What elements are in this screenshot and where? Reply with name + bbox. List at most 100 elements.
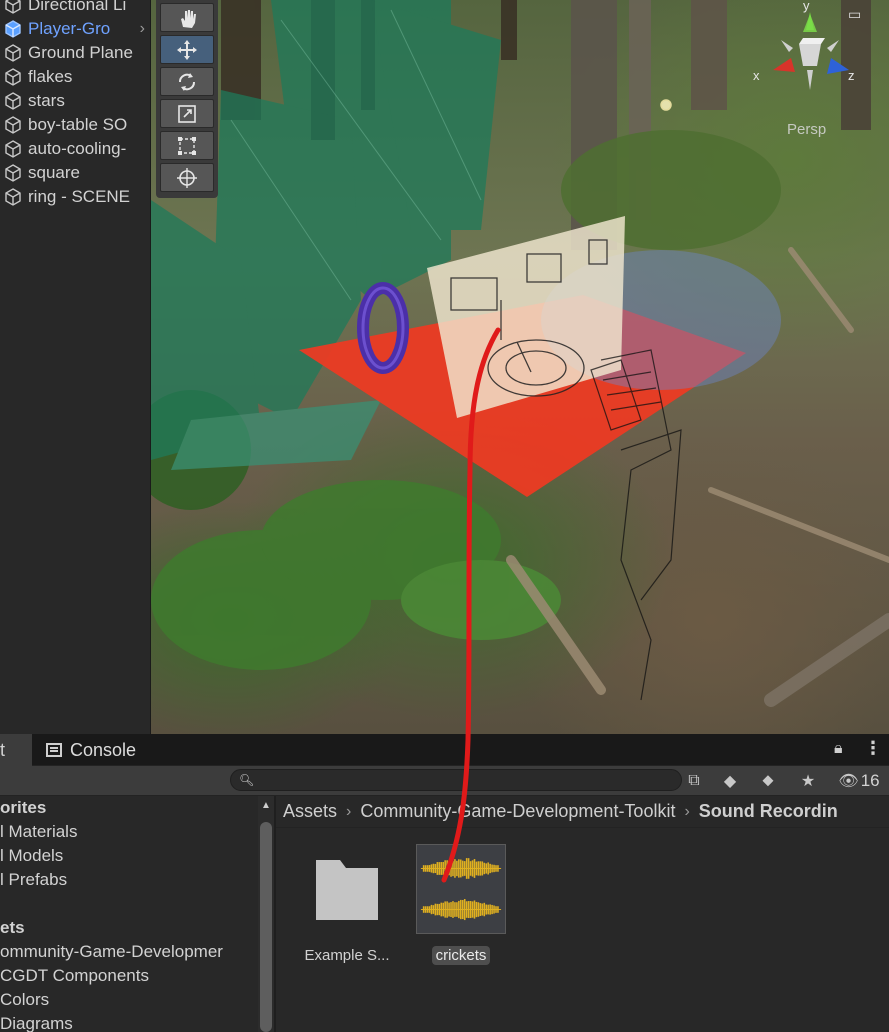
move-icon [177,39,197,60]
console-icon [46,743,62,757]
expand-arrow-icon[interactable]: › [140,20,145,38]
hierarchy-item-label: Ground Plane [28,43,133,62]
lock-icon[interactable]: 🔒︎ [834,740,843,758]
hidden-packages-toggle[interactable]: 👁︎ 16 [834,770,884,792]
breadcrumb: Assets › Community-Game-Development-Toolki… [276,796,889,828]
hierarchy-item-label: flakes [28,67,73,86]
project-panel: t Console 🔒︎ ⋮ 🔍︎ ⧉ ◆ ⬥ ★ 👁︎ 16 orites l … [0,734,889,1032]
hierarchy-panel: Directional Li Player-Gro › Ground Plane … [0,0,151,734]
folder-icon [316,860,378,920]
tree-item[interactable]: ommunity-Game-Developmer [0,940,223,964]
panel-divider[interactable] [274,796,276,1032]
hierarchy-item-label: Directional Li [28,0,127,14]
hierarchy-item-label: ring - SCENE [28,187,131,206]
transform-icon [177,167,197,188]
scroll-up-arrow-icon[interactable]: ▲ [261,800,271,811]
gameobject-cube-icon [5,20,21,38]
breadcrumb-item[interactable]: Community-Game-Development-Toolkit [360,801,675,822]
hand-tool[interactable] [160,3,214,32]
scrollbar-thumb[interactable] [260,822,272,1032]
hierarchy-item[interactable]: flakes [0,65,150,89]
favorites-star-icon[interactable]: ★ [796,770,820,792]
search-icon: 🔍︎ [239,773,255,787]
gizmo-center-cube[interactable] [799,44,821,66]
tree-item-label: orites [0,798,47,817]
hierarchy-item[interactable]: boy-table SO [0,113,150,137]
project-toolbar: 🔍︎ ⧉ ◆ ⬥ ★ 👁︎ 16 [0,766,889,796]
hierarchy-item-label: stars [28,91,65,110]
hierarchy-item[interactable]: stars [0,89,150,113]
hidden-packages-count: 16 [860,771,880,790]
transform-tool-palette [156,0,218,198]
tree-item[interactable]: l Prefabs [0,868,67,892]
gizmo-x-label: x [753,68,760,83]
gizmo-z-cone[interactable] [827,58,849,74]
rotate-tool[interactable] [160,67,214,96]
gameobject-cube-icon [5,44,21,62]
tree-item-label: l Models [0,846,64,865]
tree-item[interactable]: l Materials [0,820,77,844]
gameobject-cube-icon [5,92,21,110]
search-input[interactable] [255,771,675,789]
eye-slash-icon: 👁︎ [838,773,859,790]
gizmo-options-icon[interactable]: ▭ [848,6,861,23]
move-tool[interactable] [160,35,214,64]
scale-icon [178,104,196,123]
tab-project-label: t [0,739,6,760]
rect-icon [178,136,196,155]
search-by-scene-icon[interactable]: ⧉ [684,770,704,792]
breadcrumb-item[interactable]: Sound Recordin [699,801,838,822]
kebab-menu-icon[interactable]: ⋮ [864,738,882,759]
tree-item[interactable]: CGDT Components [0,964,149,988]
tree-item[interactable]: Diagrams [0,1012,73,1032]
hierarchy-item[interactable]: Ground Plane [0,41,150,65]
gameobject-cube-icon [5,0,21,14]
breadcrumb-separator-icon: › [684,802,690,820]
breadcrumb-item[interactable]: Assets [283,801,337,822]
scale-tool[interactable] [160,99,214,128]
panel-tab-bar: t Console 🔒︎ ⋮ [0,734,889,766]
tree-item-label: ommunity-Game-Developmer [0,942,223,961]
breadcrumb-separator-icon: › [346,802,352,820]
favorites-assets-tree: orites l Materials l Models l Prefabs ets omm… [0,796,258,1032]
asset-label: crickets [431,946,491,965]
projection-label[interactable]: Persp [787,121,826,138]
tree-scrollbar[interactable]: ▲ [258,796,274,1032]
tree-item[interactable]: orites [0,796,46,820]
gameobject-cube-icon [5,188,21,206]
filter-by-label-icon[interactable]: ⬥ [756,770,780,792]
gameobject-cube-icon [5,140,21,158]
gizmo-x-cone[interactable] [773,58,795,72]
tree-item[interactable]: l Models [0,844,63,868]
tab-project[interactable]: t [0,734,32,766]
tree-item[interactable]: Colors [0,988,49,1012]
tree-item-label: CGDT Components [0,966,149,985]
gameobject-cube-icon [5,164,21,182]
gameobject-cube-icon [5,68,21,86]
tab-console-label: Console [70,739,137,760]
hierarchy-item-label: auto-cooling- [28,139,127,158]
rotate-icon [179,72,195,91]
filter-by-type-icon[interactable]: ◆ [718,770,742,792]
gizmo-z-label: z [848,68,855,83]
asset-label: Example S... [304,947,390,964]
gizmo-y-label: y [803,0,810,13]
tree-item-label: Diagrams [0,1014,73,1032]
hierarchy-item[interactable]: ring - SCENE [0,185,150,209]
search-field[interactable]: 🔍︎ [230,769,682,791]
asset-folder-example[interactable]: Example S... [292,844,402,965]
tree-item[interactable]: ets [0,916,25,940]
hierarchy-item-label: boy-table SO [28,115,128,134]
asset-audio-crickets[interactable]: crickets [406,844,516,965]
hierarchy-item[interactable]: auto-cooling- [0,137,150,161]
tree-item-label: ets [0,918,25,937]
tree-item-label: Colors [0,990,50,1009]
tab-console[interactable]: Console [34,734,154,766]
hierarchy-item[interactable]: Directional Li [0,0,150,17]
rect-tool[interactable] [160,131,214,160]
hand-icon [181,9,196,28]
hierarchy-item[interactable]: Player-Gro › [0,17,150,41]
audio-waveform-icon [416,844,506,934]
transform-tool[interactable] [160,163,214,192]
hierarchy-item[interactable]: square [0,161,150,185]
